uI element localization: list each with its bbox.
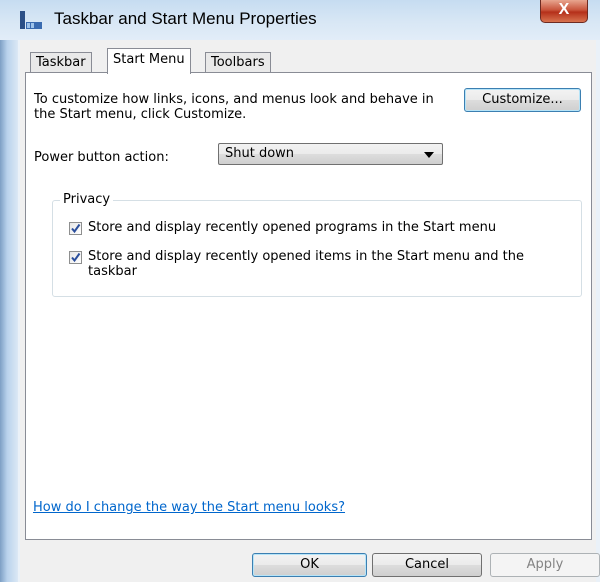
privacy-group-title: Privacy — [60, 192, 114, 207]
window-title: Taskbar and Start Menu Properties — [54, 9, 317, 28]
recent-items-label[interactable]: Store and display recently opened items … — [88, 249, 558, 279]
start-menu-help-link[interactable]: How do I change the way the Start menu l… — [33, 500, 345, 515]
chevron-down-icon — [424, 152, 434, 158]
power-button-dropdown[interactable]: Shut down — [218, 143, 443, 165]
customize-description: To customize how links, icons, and menus… — [34, 92, 434, 122]
recent-programs-checkbox[interactable] — [69, 222, 82, 235]
tab-start-menu[interactable]: Start Menu — [107, 48, 191, 74]
recent-items-checkbox[interactable] — [69, 251, 82, 264]
close-button[interactable]: X — [540, 0, 588, 23]
tab-toolbars[interactable]: Toolbars — [205, 52, 271, 73]
apply-button[interactable]: Apply — [490, 553, 600, 577]
cancel-button[interactable]: Cancel — [372, 553, 482, 577]
title-bar[interactable]: Taskbar and Start Menu Properties X — [0, 0, 600, 40]
window-left-border — [0, 0, 18, 582]
taskbar-properties-icon — [20, 11, 42, 29]
ok-button[interactable]: OK — [252, 553, 367, 577]
power-button-label: Power button action: — [34, 150, 169, 165]
recent-programs-label[interactable]: Store and display recently opened progra… — [88, 220, 496, 235]
power-button-value: Shut down — [225, 146, 295, 161]
customize-button[interactable]: Customize... — [464, 88, 581, 112]
tab-taskbar[interactable]: Taskbar — [30, 52, 92, 73]
